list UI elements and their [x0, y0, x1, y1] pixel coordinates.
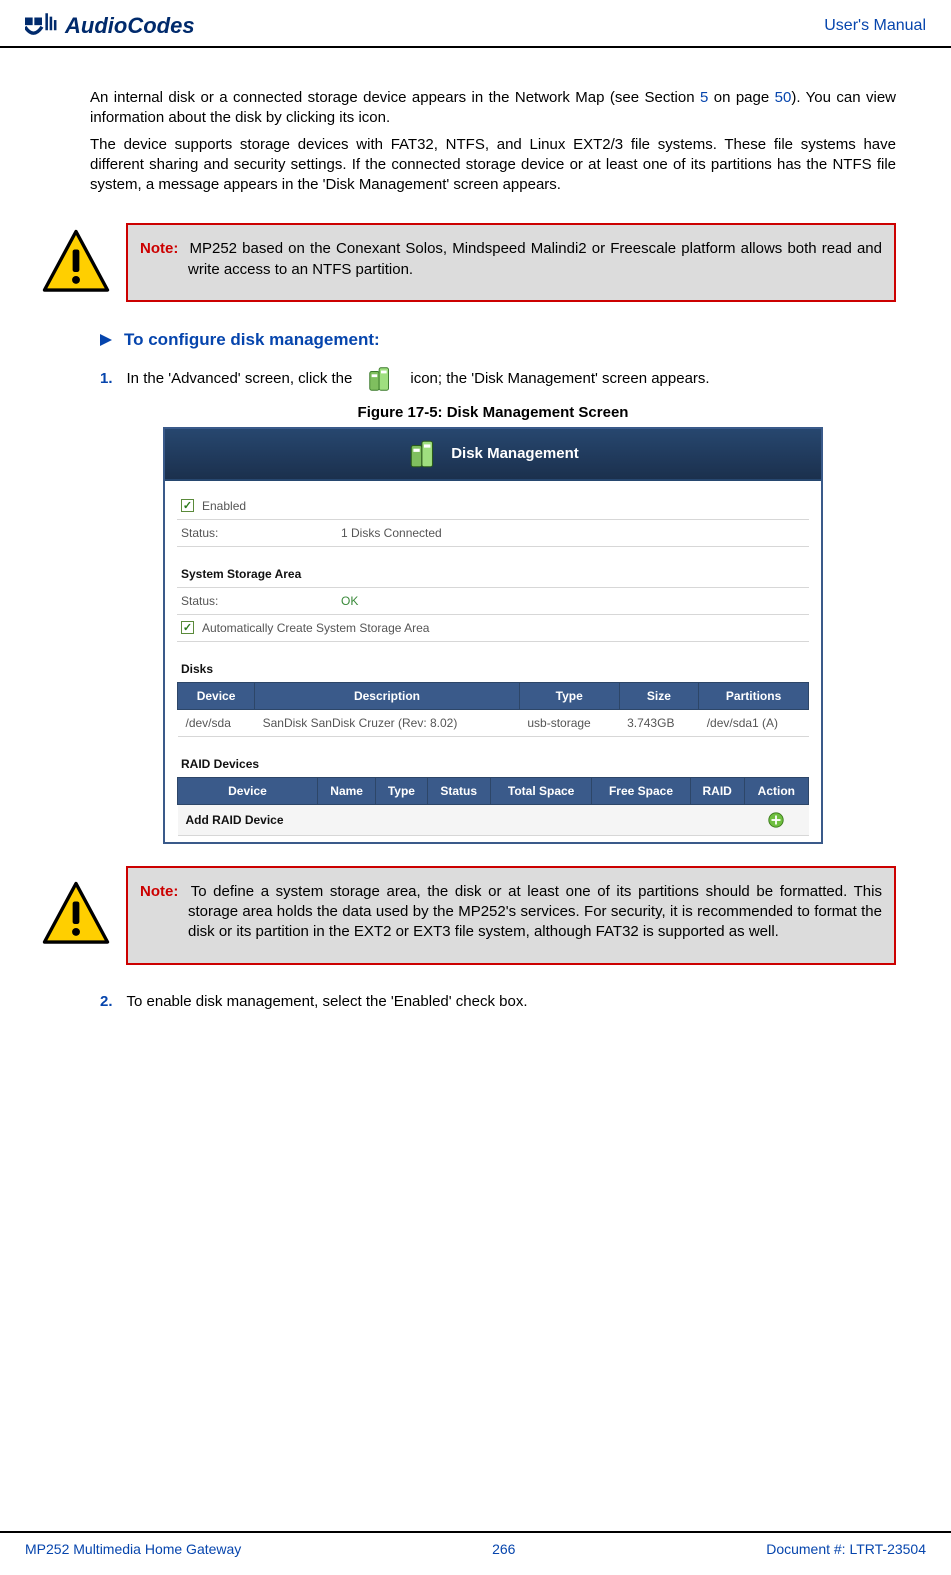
note-2-text: To define a system storage area, the dis… [188, 883, 882, 941]
footer-page-number: 266 [492, 1541, 515, 1557]
storage-status-value: OK [341, 594, 358, 608]
disk-management-title-icon [407, 437, 441, 471]
disk-device: /dev/sda [178, 709, 255, 736]
step-2-number: 2. [100, 993, 113, 1010]
disk-type: usb-storage [519, 709, 619, 736]
note-1-text: MP252 based on the Conexant Solos, Minds… [188, 240, 882, 277]
auto-create-label: Automatically Create System Storage Area [202, 621, 429, 635]
enabled-checkbox[interactable]: ✓ [181, 499, 194, 512]
raid-header-total-space: Total Space [490, 777, 591, 804]
warning-icon [40, 879, 112, 951]
add-raid-label: Add RAID Device [178, 804, 318, 835]
step-2-text: To enable disk management, select the 'E… [127, 993, 528, 1010]
disks-data-row[interactable]: /dev/sda SanDisk SanDisk Cruzer (Rev: 8.… [178, 709, 809, 736]
raid-header-name: Name [318, 777, 376, 804]
page-link-50[interactable]: 50 [775, 89, 792, 106]
figure-caption: Figure 17-5: Disk Management Screen [90, 404, 896, 421]
note-1-label: Note: [140, 240, 178, 257]
disks-header-type: Type [519, 682, 619, 709]
storage-status-label: Status: [181, 594, 341, 608]
paragraph-2: The device supports storage devices with… [90, 135, 896, 196]
para1-a: An internal disk or a connected storage … [90, 89, 700, 106]
section-raid: RAID Devices [177, 737, 809, 777]
audiocodes-logo-icon [25, 12, 59, 40]
page-footer: MP252 Multimedia Home Gateway 266 Docume… [0, 1531, 951, 1575]
status-row: Status: 1 Disks Connected [177, 520, 809, 547]
page-content: An internal disk or a connected storage … [0, 48, 951, 1010]
disk-partitions: /dev/sda1 (A) [699, 709, 809, 736]
section-disks: Disks [177, 642, 809, 682]
note-1-box: Note: MP252 based on the Conexant Solos,… [126, 223, 896, 302]
add-raid-action-cell[interactable] [744, 804, 808, 835]
disks-header-device: Device [178, 682, 255, 709]
disks-table: Device Description Type Size Partitions … [177, 682, 809, 737]
note-2-box: Note: To define a system storage area, t… [126, 866, 896, 965]
add-raid-row[interactable]: Add RAID Device [178, 804, 809, 835]
logo: AudioCodes [25, 12, 195, 40]
paragraph-1: An internal disk or a connected storage … [90, 88, 896, 129]
raid-header-raid: RAID [690, 777, 744, 804]
screenshot-title: Disk Management [451, 445, 579, 462]
storage-status-row: Status: OK [177, 588, 809, 615]
step-1-text-b: icon; the 'Disk Management' screen appea… [410, 370, 709, 387]
disks-header-row: Device Description Type Size Partitions [178, 682, 809, 709]
auto-create-row: ✓ Automatically Create System Storage Ar… [177, 615, 809, 642]
auto-create-checkbox[interactable]: ✓ [181, 621, 194, 634]
plus-icon[interactable] [767, 811, 785, 829]
header-right-text: User's Manual [824, 17, 926, 35]
disk-description: SanDisk SanDisk Cruzer (Rev: 8.02) [255, 709, 520, 736]
footer-right: Document #: LTRT-23504 [766, 1541, 926, 1557]
step-1-text-a: In the 'Advanced' screen, click the [127, 370, 353, 387]
step-2: 2. To enable disk management, select the… [100, 993, 896, 1010]
raid-header-device: Device [178, 777, 318, 804]
note-2-label: Note: [140, 883, 178, 900]
raid-header-status: Status [427, 777, 490, 804]
disk-size: 3.743GB [619, 709, 699, 736]
page-header: AudioCodes User's Manual [0, 0, 951, 48]
para1-b: on page [708, 89, 774, 106]
step-1-number: 1. [100, 370, 113, 387]
section-system-storage: System Storage Area [177, 547, 809, 588]
disks-header-size: Size [619, 682, 699, 709]
raid-header-type: Type [376, 777, 427, 804]
chevron-right-icon [98, 332, 114, 348]
status-value: 1 Disks Connected [341, 526, 442, 540]
step-1: 1. In the 'Advanced' screen, click the i… [100, 364, 896, 394]
note-2: Note: To define a system storage area, t… [40, 866, 896, 965]
footer-left: MP252 Multimedia Home Gateway [25, 1541, 241, 1557]
disk-management-icon [366, 364, 396, 394]
raid-table: Device Name Type Status Total Space Free… [177, 777, 809, 836]
note-1: Note: MP252 based on the Conexant Solos,… [40, 223, 896, 302]
procedure-heading: To configure disk management: [124, 330, 380, 350]
raid-header-row: Device Name Type Status Total Space Free… [178, 777, 809, 804]
disks-header-description: Description [255, 682, 520, 709]
enabled-row: ✓ Enabled [177, 493, 809, 520]
screenshot-body: ✓ Enabled Status: 1 Disks Connected Syst… [165, 481, 821, 842]
raid-header-action: Action [744, 777, 808, 804]
warning-icon [40, 227, 112, 299]
enabled-label: Enabled [202, 499, 246, 513]
raid-header-free-space: Free Space [592, 777, 690, 804]
procedure-heading-row: To configure disk management: [98, 330, 896, 350]
screenshot-wrap: Disk Management ✓ Enabled Status: 1 Disk… [90, 427, 896, 844]
status-label: Status: [181, 526, 341, 540]
disks-header-partitions: Partitions [699, 682, 809, 709]
screenshot-titlebar: Disk Management [165, 429, 821, 481]
logo-text: AudioCodes [65, 13, 195, 39]
disk-management-screenshot: Disk Management ✓ Enabled Status: 1 Disk… [163, 427, 823, 844]
